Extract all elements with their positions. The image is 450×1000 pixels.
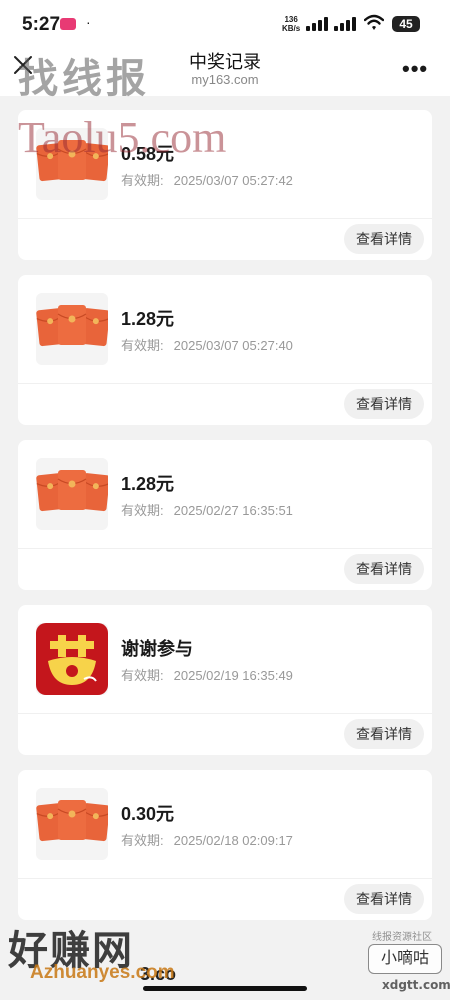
network-speed: 136 KB/s [282,15,300,33]
page-title: 中奖记录 [189,52,261,72]
validity-label: 有效期: [121,668,164,683]
card-divider [18,713,432,714]
view-details-button[interactable]: 查看详情 [344,224,424,254]
prize-title: 0.58元 [121,144,175,164]
battery-icon: 45 [392,16,420,32]
watermark-bottom-right-caption: 线报资源社区 [372,932,432,943]
watermark-bottom-cn: 好赚网 [8,928,134,974]
validity-label: 有效期: [121,503,164,518]
record-card: 1.28元有效期: 2025/03/07 05:27:40 查看详情 [18,275,432,425]
card-divider [18,878,432,879]
validity-time: 2025/03/07 05:27:42 [173,173,293,188]
card-divider [18,383,432,384]
record-card: 0.30元有效期: 2025/02/18 02:09:17 查看详情 [18,770,432,920]
validity-time: 2025/02/18 02:09:17 [173,833,293,848]
view-details-button[interactable]: 查看详情 [344,884,424,914]
view-details-button[interactable]: 查看详情 [344,389,424,419]
dream-game-logo-icon [36,623,108,695]
validity-row: 有效期: 2025/02/27 16:35:51 [121,500,293,519]
validity-label: 有效期: [121,338,164,353]
validity-time: 2025/03/07 05:27:40 [173,338,293,353]
validity-row: 有效期: 2025/03/07 05:27:40 [121,335,293,354]
view-details-button[interactable]: 查看详情 [344,554,424,584]
view-details-button[interactable]: 查看详情 [344,719,424,749]
card-divider [18,548,432,549]
validity-row: 有效期: 2025/02/18 02:09:17 [121,830,293,849]
more-options-icon[interactable]: ••• [402,56,428,82]
nav-bar: 中奖记录 my163.com ••• [0,48,450,96]
status-bar: 5:27 · 136 KB/s 45 [0,0,450,48]
wifi-icon [364,14,384,30]
app-notification-icon [60,18,76,30]
status-time: 5:27 [22,14,61,35]
validity-time: 2025/02/27 16:35:51 [173,503,293,518]
network-speed-unit: KB/s [282,24,301,33]
prize-title: 1.28元 [121,309,175,329]
validity-row: 有效期: 2025/03/07 05:27:42 [121,170,293,189]
red-envelope-icon [36,128,108,200]
home-indicator[interactable] [143,986,307,991]
watermark-bottom-right-badge: 小嘀咕 [368,944,442,974]
red-envelope-icon [36,458,108,530]
validity-row: 有效期: 2025/02/19 16:35:49 [121,665,293,684]
card-divider [18,218,432,219]
peek-text: 3.co [140,964,177,984]
record-card: 1.28元有效期: 2025/02/27 16:35:51 查看详情 [18,440,432,590]
prize-title: 1.28元 [121,474,175,494]
page-url: my163.com [191,72,259,87]
validity-label: 有效期: [121,173,164,188]
red-envelope-icon [36,293,108,365]
signal-2-icon [334,17,356,31]
status-dot: · [86,14,91,30]
prize-title: 谢谢参与 [121,639,193,659]
record-card: 谢谢参与有效期: 2025/02/19 16:35:49 查看详情 [18,605,432,755]
watermark-bottom-right-url: xdgtt.com [382,978,450,992]
prize-title: 0.30元 [121,804,175,824]
validity-label: 有效期: [121,833,164,848]
validity-time: 2025/02/19 16:35:49 [173,668,293,683]
network-speed-value: 136 [284,15,298,24]
record-card: 0.58元有效期: 2025/03/07 05:27:42 查看详情 [18,110,432,260]
signal-1-icon [306,17,328,31]
red-envelope-icon [36,788,108,860]
